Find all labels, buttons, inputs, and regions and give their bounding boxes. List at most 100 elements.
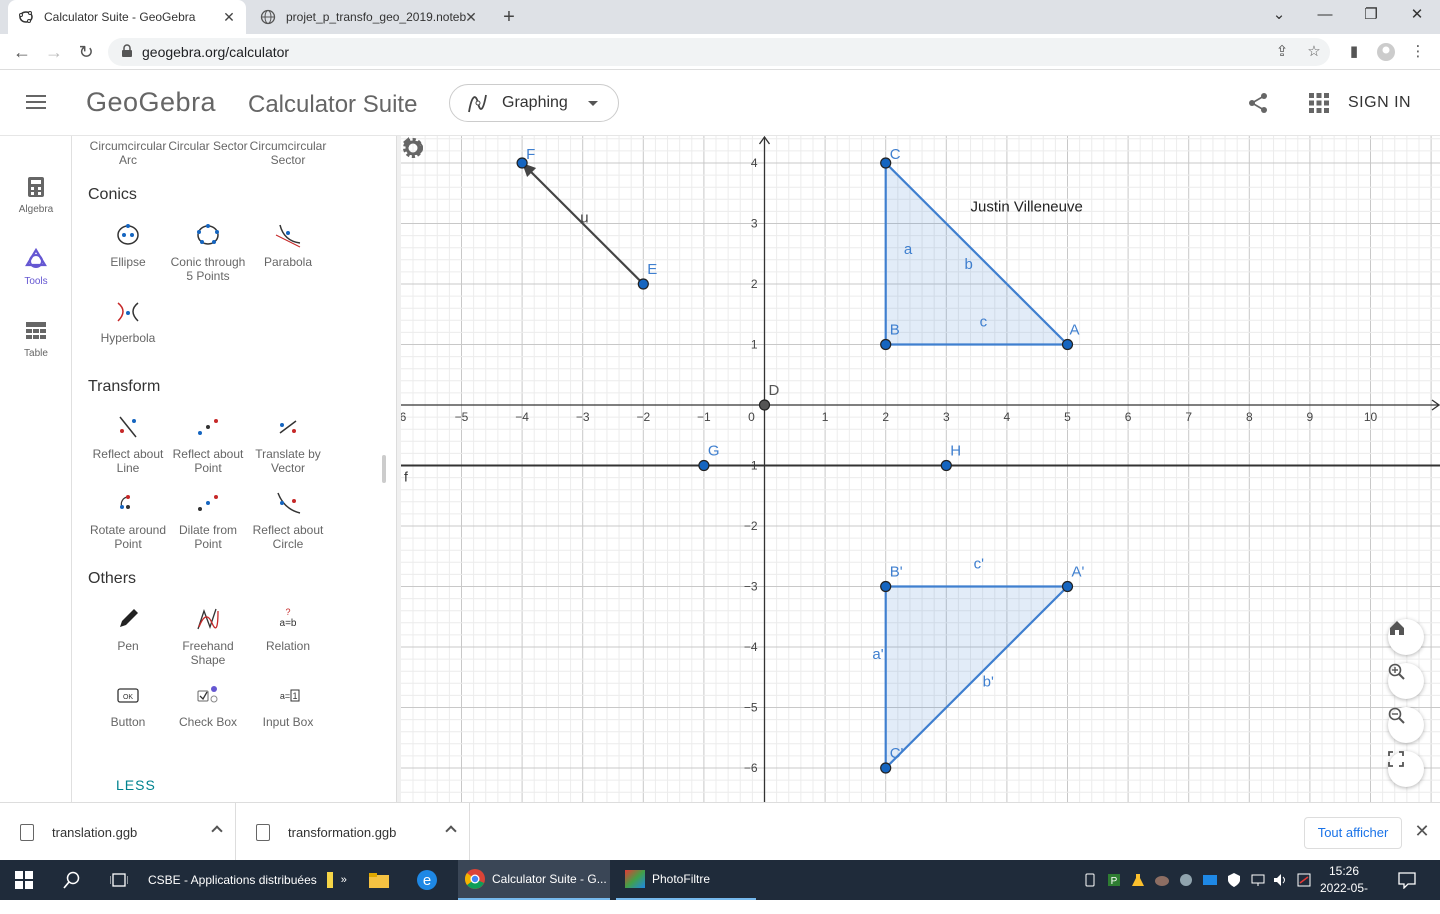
system-clock[interactable]: 15:26 2022-05-12: [1316, 863, 1372, 914]
edge-browser-icon[interactable]: e: [404, 860, 450, 900]
close-window-button[interactable]: ✕: [1394, 0, 1440, 30]
relation-icon: ?a=b: [280, 607, 297, 629]
taskbar-item-chrome[interactable]: Calculator Suite - G...: [458, 860, 610, 900]
x-tick-label: 5: [1064, 410, 1071, 424]
close-download-bar-icon[interactable]: ✕: [1414, 821, 1430, 841]
new-tab-button[interactable]: +: [498, 6, 520, 28]
tray-shield-icon[interactable]: [1178, 872, 1194, 888]
browser-menu-icon[interactable]: ⋮: [1408, 42, 1428, 62]
zoom-out-icon: [1388, 707, 1405, 724]
x-tick-label: −3: [576, 410, 590, 424]
tray-network-icon[interactable]: [1250, 872, 1266, 888]
download-item[interactable]: transformation.ggb: [236, 803, 470, 861]
bookmark-star-icon[interactable]: ☆: [1304, 42, 1324, 62]
tool-reflect-circle[interactable]: Reflect about Circle: [248, 489, 328, 551]
browser-tab-notebook[interactable]: projet_p_transfo_geo_2019.noteb ✕: [250, 0, 488, 34]
tool-circumcircular-arc[interactable]: Circumcircular Arc: [88, 139, 168, 167]
tool-label: Check Box: [178, 715, 238, 729]
tool-conic-5-points[interactable]: Conic through 5 Points: [168, 221, 248, 283]
rail-item-tools[interactable]: Tools: [0, 248, 72, 287]
task-view-icon[interactable]: [96, 860, 142, 900]
profile-avatar-icon[interactable]: [1376, 42, 1396, 62]
reload-button[interactable]: ↻: [74, 40, 98, 64]
zoom-in-button[interactable]: [1388, 663, 1424, 699]
photofiltre-icon: [625, 870, 645, 888]
forward-button[interactable]: →: [42, 40, 66, 64]
tool-button[interactable]: OK Button: [88, 681, 168, 729]
minimize-button[interactable]: —: [1302, 0, 1348, 30]
construction-objects[interactable]: [401, 157, 1440, 774]
rail-item-algebra[interactable]: Algebra: [0, 176, 72, 215]
tray-usb-icon[interactable]: [1082, 872, 1098, 888]
graphics-view[interactable]: -6 −5 −4 −3 −2 −1 0 1 2 3 4 5 6 7 8 9 10…: [401, 136, 1440, 802]
geogebra-logo[interactable]: GeoGebra: [86, 87, 216, 118]
text-object[interactable]: Justin Villeneuve: [971, 198, 1083, 215]
segment-label: a: [904, 241, 913, 258]
tools-scrollbar[interactable]: [382, 455, 386, 483]
show-all-downloads-button[interactable]: Tout afficher: [1304, 817, 1402, 849]
tool-dilate-point[interactable]: Dilate from Point: [168, 489, 248, 551]
tool-pen[interactable]: Pen: [88, 605, 168, 653]
tool-rotate-point[interactable]: Rotate around Point: [88, 489, 168, 551]
windows-start-icon[interactable]: [0, 860, 48, 900]
tool-input-box[interactable]: a= 1 Input Box: [248, 681, 328, 729]
settings-gear-icon[interactable]: [401, 136, 425, 160]
tool-relation[interactable]: ? a=b Relation: [248, 605, 328, 653]
share-page-icon[interactable]: ⇪: [1272, 42, 1292, 62]
app-selector[interactable]: Graphing: [449, 84, 619, 122]
close-tab-icon[interactable]: ✕: [220, 8, 238, 26]
browser-tab-geogebra[interactable]: Calculator Suite - GeoGebra ✕: [8, 0, 246, 34]
home-view-button[interactable]: [1388, 619, 1424, 655]
tool-label: Rotate around Point: [89, 523, 167, 551]
fullscreen-button[interactable]: [1388, 751, 1424, 787]
tool-ellipse[interactable]: Ellipse: [88, 221, 168, 269]
tray-security-icon[interactable]: [1226, 872, 1242, 888]
sign-in-button[interactable]: SIGN IN: [1348, 94, 1411, 112]
less-button[interactable]: LESS: [116, 777, 156, 793]
tray-app-icon[interactable]: [1154, 872, 1170, 888]
notifications-icon[interactable]: [1398, 871, 1416, 889]
download-item[interactable]: translation.ggb: [0, 803, 236, 861]
tab-search-icon[interactable]: ⌄: [1256, 0, 1302, 30]
menu-icon[interactable]: [26, 95, 46, 109]
tool-freehand[interactable]: Freehand Shape: [168, 605, 248, 667]
chevron-up-icon[interactable]: [445, 825, 457, 837]
tray-volume-icon[interactable]: [1272, 872, 1288, 888]
tray-flask-icon[interactable]: [1130, 872, 1146, 888]
point-label: C': [890, 745, 904, 762]
side-panel-icon[interactable]: ▮: [1344, 42, 1364, 62]
address-bar[interactable]: geogebra.org/calculator: [108, 38, 1330, 66]
svg-text:P: P: [1111, 876, 1118, 887]
zoom-out-button[interactable]: [1388, 707, 1424, 743]
chevron-up-icon[interactable]: [211, 825, 223, 837]
tray-network-drive-icon[interactable]: [1202, 872, 1218, 888]
close-tab-icon[interactable]: ✕: [462, 8, 480, 26]
tray-calendar-icon[interactable]: [1296, 872, 1312, 888]
graphics-canvas[interactable]: -6 −5 −4 −3 −2 −1 0 1 2 3 4 5 6 7 8 9 10…: [401, 136, 1440, 802]
taskbar-item-photofiltre[interactable]: PhotoFiltre: [616, 860, 756, 900]
tool-circumcircular-sector[interactable]: Circumcircular Sector: [248, 139, 328, 167]
apps-grid-icon[interactable]: [1308, 92, 1330, 114]
rail-item-table[interactable]: Table: [0, 320, 72, 359]
point-label: B': [890, 564, 903, 581]
taskbar-label: Calculator Suite - G...: [492, 872, 607, 886]
tool-translate-vector[interactable]: Translate by Vector: [248, 413, 328, 475]
tool-hyperbola[interactable]: Hyperbola: [88, 297, 168, 345]
tool-reflect-line[interactable]: Reflect about Line: [88, 413, 168, 475]
tool-parabola[interactable]: Parabola: [248, 221, 328, 269]
tool-reflect-point[interactable]: Reflect about Point: [168, 413, 248, 475]
tool-check-box[interactable]: Check Box: [168, 681, 248, 729]
zoom-in-icon: [1388, 663, 1405, 680]
polygon-abc: [884, 160, 1071, 346]
back-button[interactable]: ←: [10, 40, 34, 64]
file-explorer-icon[interactable]: [356, 860, 402, 900]
taskbar-item-csbe[interactable]: CSBE - Applications distribuées »: [142, 860, 352, 900]
category-transform: Transform: [88, 378, 161, 395]
tool-circular-sector[interactable]: Circular Sector: [168, 139, 248, 153]
point-label: A: [1070, 322, 1080, 339]
search-icon[interactable]: [48, 860, 96, 900]
share-icon[interactable]: [1247, 92, 1269, 114]
segment-label: c': [974, 555, 985, 572]
tray-p-icon[interactable]: P: [1106, 872, 1122, 888]
restore-button[interactable]: ❐: [1348, 0, 1394, 30]
